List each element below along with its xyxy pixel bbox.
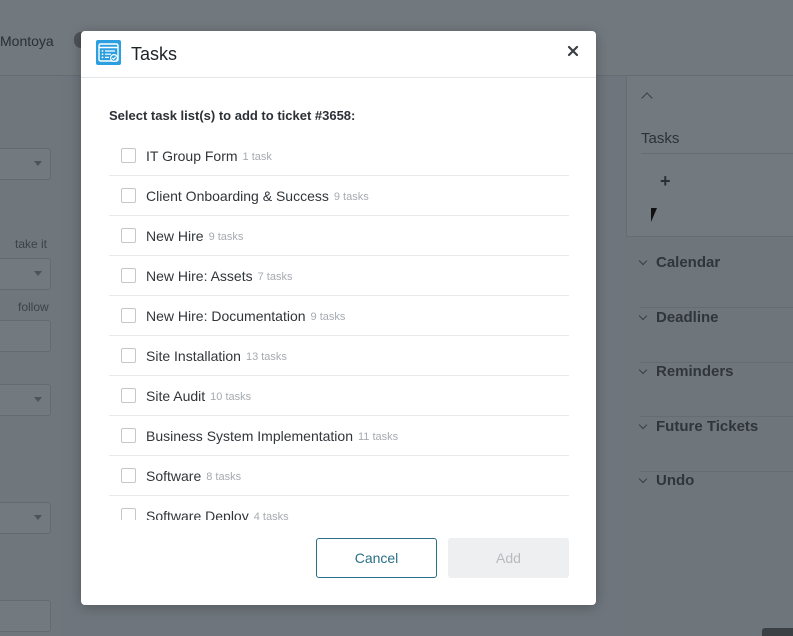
section-future-tickets[interactable]: Future Tickets <box>638 418 793 472</box>
task-count: 8 tasks <box>206 470 242 483</box>
section-undo[interactable]: Undo <box>638 472 793 526</box>
chevron-up-icon[interactable] <box>641 92 653 104</box>
task-count: 9 tasks <box>333 190 369 203</box>
task-count: 7 tasks <box>257 270 293 283</box>
list-item[interactable]: Site Audit 10 tasks <box>109 376 569 416</box>
cancel-button[interactable]: Cancel <box>316 538 437 578</box>
list-item[interactable]: New Hire 9 tasks <box>109 216 569 256</box>
left-select-1[interactable] <box>0 148 51 180</box>
mouse-cursor-icon <box>651 208 663 222</box>
task-count: 13 tasks <box>245 350 287 363</box>
section-label: Reminders <box>656 363 734 380</box>
left-select-2[interactable] <box>0 258 51 290</box>
list-item[interactable]: Site Installation 13 tasks <box>109 336 569 376</box>
tasks-modal: Tasks Select task list(s) to add to tick… <box>81 31 596 605</box>
list-item[interactable]: Business System Implementation 11 tasks <box>109 416 569 456</box>
chevron-down-icon <box>638 256 648 266</box>
list-item[interactable]: Software 8 tasks <box>109 456 569 496</box>
checkbox[interactable] <box>121 468 136 483</box>
task-list-name: Client Onboarding & Success <box>146 187 329 204</box>
checkbox[interactable] <box>121 388 136 403</box>
left-label-follow: follow <box>18 300 49 314</box>
section-label: Future Tickets <box>656 418 759 435</box>
list-item[interactable]: New Hire: Documentation 9 tasks <box>109 296 569 336</box>
modal-title: Tasks <box>131 44 178 64</box>
list-item[interactable]: IT Group Form 1 task <box>109 136 569 176</box>
right-panel: Tasks + Calendar Deadline Reminders Futu… <box>626 76 793 636</box>
section-label: Calendar <box>656 254 721 271</box>
task-list-name: IT Group Form <box>146 147 238 164</box>
chevron-down-icon <box>34 397 42 402</box>
divider <box>640 416 793 417</box>
tasks-widget-title: Tasks <box>641 130 680 147</box>
list-item[interactable]: New Hire: Assets 7 tasks <box>109 256 569 296</box>
left-select-4[interactable] <box>0 384 51 416</box>
user-name: Montoya <box>0 33 54 49</box>
section-reminders[interactable]: Reminders <box>638 363 793 417</box>
task-list-name: New Hire <box>146 227 204 244</box>
task-count: 10 tasks <box>210 390 252 403</box>
task-list-name: Software <box>146 467 202 484</box>
chevron-down-icon <box>34 161 42 166</box>
task-count: 9 tasks <box>208 230 244 243</box>
modal-header: Tasks <box>81 31 596 78</box>
section-label: Deadline <box>656 309 719 326</box>
section-calendar[interactable]: Calendar <box>638 254 793 308</box>
close-icon[interactable] <box>565 43 581 59</box>
left-label-take: take it <box>15 237 48 251</box>
task-count: 11 tasks <box>357 430 399 443</box>
left-field-6[interactable] <box>0 600 51 632</box>
task-list-icon <box>96 40 121 65</box>
add-button[interactable]: Add <box>448 538 569 578</box>
left-field-3[interactable] <box>0 320 51 352</box>
task-list-name: Software Deploy <box>146 507 249 521</box>
left-select-5[interactable] <box>0 502 51 534</box>
list-item[interactable]: Client Onboarding & Success 9 tasks <box>109 176 569 216</box>
task-count: 4 tasks <box>253 510 289 521</box>
task-list-name: New Hire: Documentation <box>146 307 306 324</box>
chevron-down-icon <box>638 474 648 484</box>
checkbox[interactable] <box>121 148 136 163</box>
checkbox[interactable] <box>121 348 136 363</box>
chevron-down-icon <box>34 271 42 276</box>
checkbox[interactable] <box>121 228 136 243</box>
task-list-name: Business System Implementation <box>146 427 353 444</box>
divider <box>641 153 793 154</box>
checkbox[interactable] <box>121 268 136 283</box>
checkbox[interactable] <box>121 508 136 520</box>
chevron-down-icon <box>638 311 648 321</box>
list-item[interactable]: Software Deploy 4 tasks <box>109 496 569 520</box>
chevron-down-icon <box>34 515 42 520</box>
task-list-name: New Hire: Assets <box>146 267 253 284</box>
task-count: 1 task <box>242 150 272 163</box>
checkbox[interactable] <box>121 188 136 203</box>
modal-prompt: Select task list(s) to add to ticket #36… <box>109 108 356 123</box>
task-list-name: Site Audit <box>146 387 206 404</box>
section-label: Undo <box>656 472 695 489</box>
chevron-down-icon <box>638 365 648 375</box>
bottom-corner-bar <box>762 628 793 636</box>
chevron-down-icon <box>638 420 648 430</box>
checkbox[interactable] <box>121 428 136 443</box>
task-count: 9 tasks <box>310 310 346 323</box>
section-deadline[interactable]: Deadline <box>638 309 793 363</box>
task-list-options[interactable]: IT Group Form 1 task Client Onboarding & … <box>109 136 569 520</box>
add-task-icon[interactable]: + <box>660 171 671 192</box>
task-list-name: Site Installation <box>146 347 241 364</box>
divider <box>640 307 793 308</box>
left-panel: s take it follow <box>0 76 60 636</box>
task-list-icon-svg <box>98 43 119 63</box>
checkbox[interactable] <box>121 308 136 323</box>
